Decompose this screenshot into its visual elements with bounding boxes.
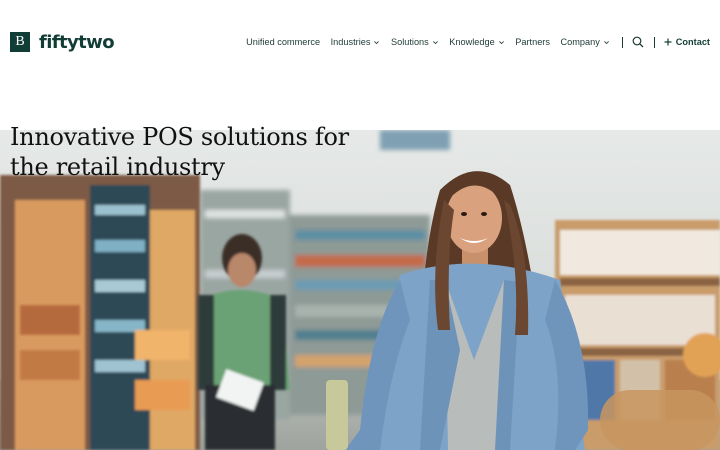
nav-item-label: Knowledge — [449, 37, 495, 47]
chevron-down-icon — [498, 39, 505, 46]
nav-item-label: Company — [560, 37, 600, 47]
nav-item-company[interactable]: Company — [560, 37, 609, 47]
nav-item-knowledge[interactable]: Knowledge — [449, 37, 504, 47]
nav-item-label: Solutions — [390, 37, 429, 47]
nav-item-label: Partners — [515, 37, 550, 47]
nav-item-partners[interactable]: Partners — [515, 37, 550, 47]
logo-wordmark: fiftytwo — [39, 31, 115, 53]
search-icon[interactable] — [632, 36, 644, 48]
nav-item-solutions[interactable]: Solutions — [391, 37, 439, 47]
logo-mark-icon: B — [10, 32, 30, 52]
hero-title: Innovative POS solutions for the retail … — [10, 122, 349, 182]
nav-item-unified-commerce[interactable]: Unified commerce — [246, 37, 320, 47]
nav-item-label: Unified commerce — [246, 37, 321, 47]
hero-title-line-2: the retail industry — [10, 153, 225, 181]
nav-item-industries[interactable]: Industries — [331, 37, 381, 47]
main-nav: Unified commerce Industries Solutions Kn… — [246, 32, 710, 52]
contact-button[interactable]: Contact — [664, 37, 710, 47]
chevron-down-icon — [603, 39, 610, 46]
logo-link[interactable]: B fiftytwo — [10, 31, 115, 53]
plus-icon — [664, 38, 672, 46]
contact-label: Contact — [675, 37, 710, 47]
nav-divider — [653, 36, 655, 48]
chevron-down-icon — [373, 39, 380, 46]
site-header: B fiftytwo Unified commerce Industries S… — [0, 0, 720, 84]
hero-title-line-1: Innovative POS solutions for — [10, 123, 349, 151]
chevron-down-icon — [432, 39, 439, 46]
page: B fiftytwo Unified commerce Industries S… — [0, 0, 720, 450]
nav-item-label: Industries — [330, 37, 371, 47]
nav-divider — [621, 36, 623, 48]
